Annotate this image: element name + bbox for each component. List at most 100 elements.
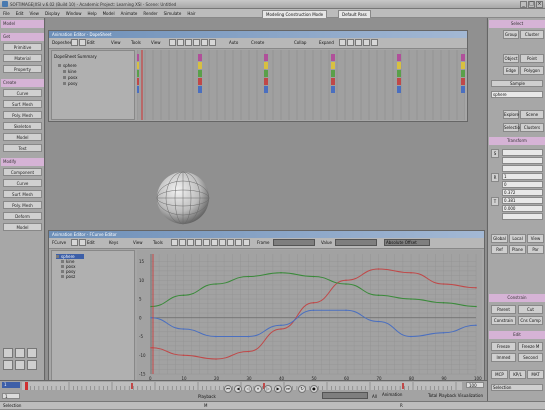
section-model[interactable]: Model <box>1 20 44 28</box>
menu-window[interactable]: Window <box>66 11 82 16</box>
select-clusters-button[interactable]: Clusters <box>520 123 544 132</box>
constrain-button[interactable]: Cns Comp <box>518 316 543 325</box>
playback-control-6[interactable]: ⏭ <box>284 385 292 393</box>
playback-control-7[interactable]: ↻ <box>298 385 306 393</box>
dopesheet-auto-button[interactable]: Auto <box>229 40 238 46</box>
tool-model-button[interactable]: Model <box>3 223 42 231</box>
tool-component-button[interactable]: Component <box>3 168 42 176</box>
toolbar-icon[interactable] <box>201 39 208 46</box>
dopesheet-expand-button[interactable]: Expand <box>319 40 334 46</box>
menu-edit[interactable]: Edit <box>16 11 24 16</box>
playback-control-4[interactable]: ▷ <box>264 385 272 393</box>
toolbar-icon[interactable] <box>209 39 216 46</box>
select-scene-button[interactable]: Scene <box>520 110 544 119</box>
dopesheet-menu-1[interactable]: Edit <box>87 40 95 46</box>
tool-deform-button[interactable]: Deform <box>3 212 42 220</box>
tool-surf-mesh-button[interactable]: Surf. Mesh <box>3 100 42 108</box>
toolbar-icon[interactable] <box>227 239 234 246</box>
transform-value-field[interactable] <box>502 173 543 180</box>
playback-control-5[interactable]: ▶ <box>274 385 282 393</box>
time-ruler[interactable] <box>22 382 462 390</box>
fcurve-menu-4[interactable]: Tools <box>153 240 163 246</box>
transform-t-button[interactable]: T <box>491 197 499 206</box>
edit-button[interactable]: Immed <box>491 353 516 362</box>
ref-view-button[interactable]: View <box>527 234 544 243</box>
constrain-button[interactable]: Constrain <box>491 316 516 325</box>
toolbar-icon[interactable] <box>219 239 226 246</box>
toolbar-icon[interactable] <box>243 239 250 246</box>
toolbar-icon[interactable] <box>187 239 194 246</box>
dopesheet-create-button[interactable]: Create <box>251 40 264 46</box>
fcurve-menu-0[interactable]: FCurve <box>52 240 66 246</box>
playback-control-1[interactable]: ◀ <box>234 385 242 393</box>
sample-dropdown[interactable]: Sample <box>491 80 543 87</box>
current-frame-field[interactable]: 1 <box>2 393 20 399</box>
tool-material-button[interactable]: Material <box>3 54 42 62</box>
dopesheet-menu-4[interactable]: View <box>151 40 161 46</box>
tool-icon[interactable] <box>27 360 37 370</box>
toolbar-icon[interactable] <box>235 239 242 246</box>
toolbar-icon[interactable] <box>185 39 192 46</box>
playback-control-3[interactable]: ⏸ <box>254 385 262 393</box>
tool-property-button[interactable]: Property <box>3 65 42 73</box>
viewport[interactable]: Animation Editor - DopeSheet Dopesheet Ed… <box>46 18 486 386</box>
section-get[interactable]: Get <box>1 33 44 41</box>
toolbar-icon[interactable] <box>355 39 362 46</box>
toolbar-icon[interactable] <box>171 239 178 246</box>
maximize-button[interactable]: □ <box>528 1 535 8</box>
edit-button[interactable]: Second <box>518 353 543 362</box>
tool-icon[interactable] <box>15 360 25 370</box>
selection-name-field[interactable]: sphere <box>491 91 543 98</box>
transform-value-field[interactable] <box>502 157 543 164</box>
playback-control-8[interactable]: ● <box>310 385 318 393</box>
dopesheet-grid[interactable] <box>137 50 465 120</box>
toolbar-icon[interactable] <box>211 239 218 246</box>
transform-value-field[interactable] <box>502 181 543 188</box>
ref-local-button[interactable]: Local <box>509 234 526 243</box>
tool-icon[interactable] <box>3 348 13 358</box>
tool-text-button[interactable]: Text <box>3 144 42 152</box>
tool-icon[interactable] <box>27 348 37 358</box>
menu-file[interactable]: File <box>3 11 10 16</box>
menu-simulate[interactable]: Simulate <box>164 11 182 16</box>
dopesheet-menu-2[interactable]: View <box>111 40 121 46</box>
timeline-end-field[interactable]: 100 <box>466 382 484 388</box>
toolbar-icon[interactable] <box>193 39 200 46</box>
constrain-button[interactable]: Parent <box>491 305 516 314</box>
toolbar-icon[interactable] <box>79 239 86 246</box>
transform-value-field[interactable] <box>502 213 543 220</box>
section-modify[interactable]: Modify <box>1 158 44 166</box>
playback-control-0[interactable]: ⏮ <box>224 385 232 393</box>
fcurve-menu-2[interactable]: Keys <box>109 240 118 246</box>
menu-render[interactable]: Render <box>143 11 157 16</box>
tool-curve-button[interactable]: Curve <box>3 179 42 187</box>
menu-view[interactable]: View <box>29 11 39 16</box>
panel-2-button[interactable]: MAT <box>527 370 544 379</box>
select-edge-button[interactable]: Edge <box>503 66 519 75</box>
sphere-object[interactable] <box>153 168 213 228</box>
toolbar-icon[interactable] <box>177 39 184 46</box>
transform-s-button[interactable]: S <box>491 149 499 158</box>
fcurve-menu-3[interactable]: View <box>133 240 143 246</box>
minimize-button[interactable]: _ <box>520 1 527 8</box>
tool-curve-button[interactable]: Curve <box>3 89 42 97</box>
transform-value-field[interactable] <box>502 149 543 156</box>
transform-r-button[interactable]: R <box>491 173 499 182</box>
tool-primitive-button[interactable]: Primitive <box>3 43 42 51</box>
select-selection-button[interactable]: Selection <box>503 123 522 132</box>
toolbar-icon[interactable] <box>71 239 78 246</box>
tool-skeleton-button[interactable]: Skeleton <box>3 122 42 130</box>
toolbar-icon[interactable] <box>363 39 370 46</box>
select-group-button[interactable]: Group <box>503 30 519 39</box>
ref-plane-button[interactable]: Plane <box>509 245 526 254</box>
close-button[interactable]: × <box>536 1 543 8</box>
select-point-button[interactable]: Point <box>520 54 544 63</box>
menu-animate[interactable]: Animate <box>121 11 138 16</box>
menu-help[interactable]: Help <box>87 11 96 16</box>
select-cluster-button[interactable]: Cluster <box>520 30 544 39</box>
toolbar-icon[interactable] <box>339 39 346 46</box>
transform-value-field[interactable] <box>502 165 543 172</box>
ref-ref-button[interactable]: Ref <box>491 245 508 254</box>
tool-icon[interactable] <box>15 348 25 358</box>
fcurve-menu-1[interactable]: Edit <box>87 240 95 246</box>
